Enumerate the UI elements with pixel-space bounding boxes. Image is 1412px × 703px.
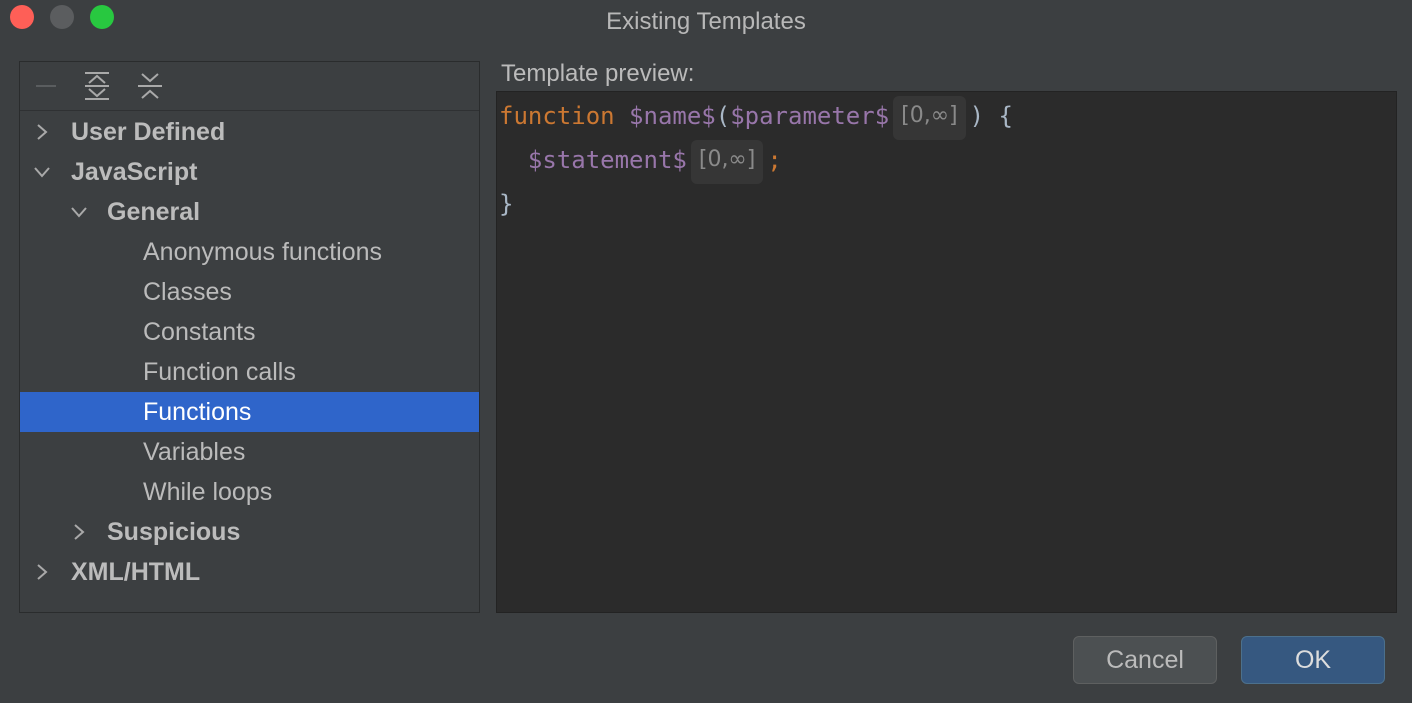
tree-item-label: Constants — [143, 312, 256, 352]
chevron-down-icon[interactable] — [32, 152, 52, 192]
tree-item-classes[interactable]: Classes — [20, 272, 479, 312]
tree-item-general[interactable]: General — [20, 192, 479, 232]
chevron-right-icon[interactable] — [32, 112, 52, 152]
tree-item-anonymous-functions[interactable]: Anonymous functions — [20, 232, 479, 272]
collapse-all-icon[interactable] — [132, 68, 168, 104]
tree-item-constants[interactable]: Constants — [20, 312, 479, 352]
tree-item-while-loops[interactable]: While loops — [20, 472, 479, 512]
tree-item-functions[interactable]: Functions — [20, 392, 479, 432]
tree-item-variables[interactable]: Variables — [20, 432, 479, 472]
tree-item-label: JavaScript — [71, 152, 197, 192]
close-paren-brace: ) { — [970, 102, 1013, 130]
tree-item-label: Function calls — [143, 352, 296, 392]
tree-item-user-defined[interactable]: User Defined — [20, 112, 479, 152]
keyword-function: function — [499, 102, 615, 130]
tree-item-label: General — [107, 192, 200, 232]
count-filter-badge[interactable]: [0,∞] — [691, 140, 763, 184]
template-variable-name: $name$ — [629, 102, 716, 130]
ok-button[interactable]: OK — [1241, 636, 1385, 684]
template-preview-label: Template preview: — [501, 60, 694, 88]
chevron-right-icon[interactable] — [69, 512, 89, 552]
tree-item-label: Anonymous functions — [143, 232, 382, 272]
cancel-button[interactable]: Cancel — [1073, 636, 1217, 684]
open-paren: ( — [716, 102, 730, 130]
window-title: Existing Templates — [0, 8, 1412, 36]
code-line-3: } — [499, 184, 513, 224]
tree-item-label: Variables — [143, 432, 245, 472]
tree-item-xml-html[interactable]: XML/HTML — [20, 552, 479, 592]
expand-all-icon[interactable] — [79, 68, 115, 104]
tree-toolbar — [20, 62, 479, 111]
tree-item-label: While loops — [143, 472, 272, 512]
title-bar: Existing Templates — [0, 0, 1412, 44]
template-tree-panel: User Defined JavaScript General Anonymou… — [19, 61, 480, 613]
tree-item-label: User Defined — [71, 112, 225, 152]
template-variable-statement: $statement$ — [528, 146, 687, 174]
tree-item-label: XML/HTML — [71, 552, 200, 592]
remove-icon[interactable] — [28, 68, 64, 104]
semicolon: ; — [767, 146, 781, 174]
tree-item-function-calls[interactable]: Function calls — [20, 352, 479, 392]
chevron-down-icon[interactable] — [69, 192, 89, 232]
template-variable-parameter: $parameter$ — [730, 102, 889, 130]
tree-item-suspicious[interactable]: Suspicious — [20, 512, 479, 552]
tree-item-label: Suspicious — [107, 512, 240, 552]
code-line-2: $statement$[0,∞]; — [499, 140, 782, 180]
tree-item-label: Classes — [143, 272, 232, 312]
template-preview-editor[interactable]: function $name$($parameter$[0,∞]) { $sta… — [496, 91, 1397, 613]
tree-item-label: Functions — [143, 392, 251, 432]
code-line-1: function $name$($parameter$[0,∞]) { — [499, 96, 1013, 136]
count-filter-badge[interactable]: [0,∞] — [893, 96, 965, 140]
tree-item-javascript[interactable]: JavaScript — [20, 152, 479, 192]
close-brace: } — [499, 190, 513, 218]
chevron-right-icon[interactable] — [32, 552, 52, 592]
